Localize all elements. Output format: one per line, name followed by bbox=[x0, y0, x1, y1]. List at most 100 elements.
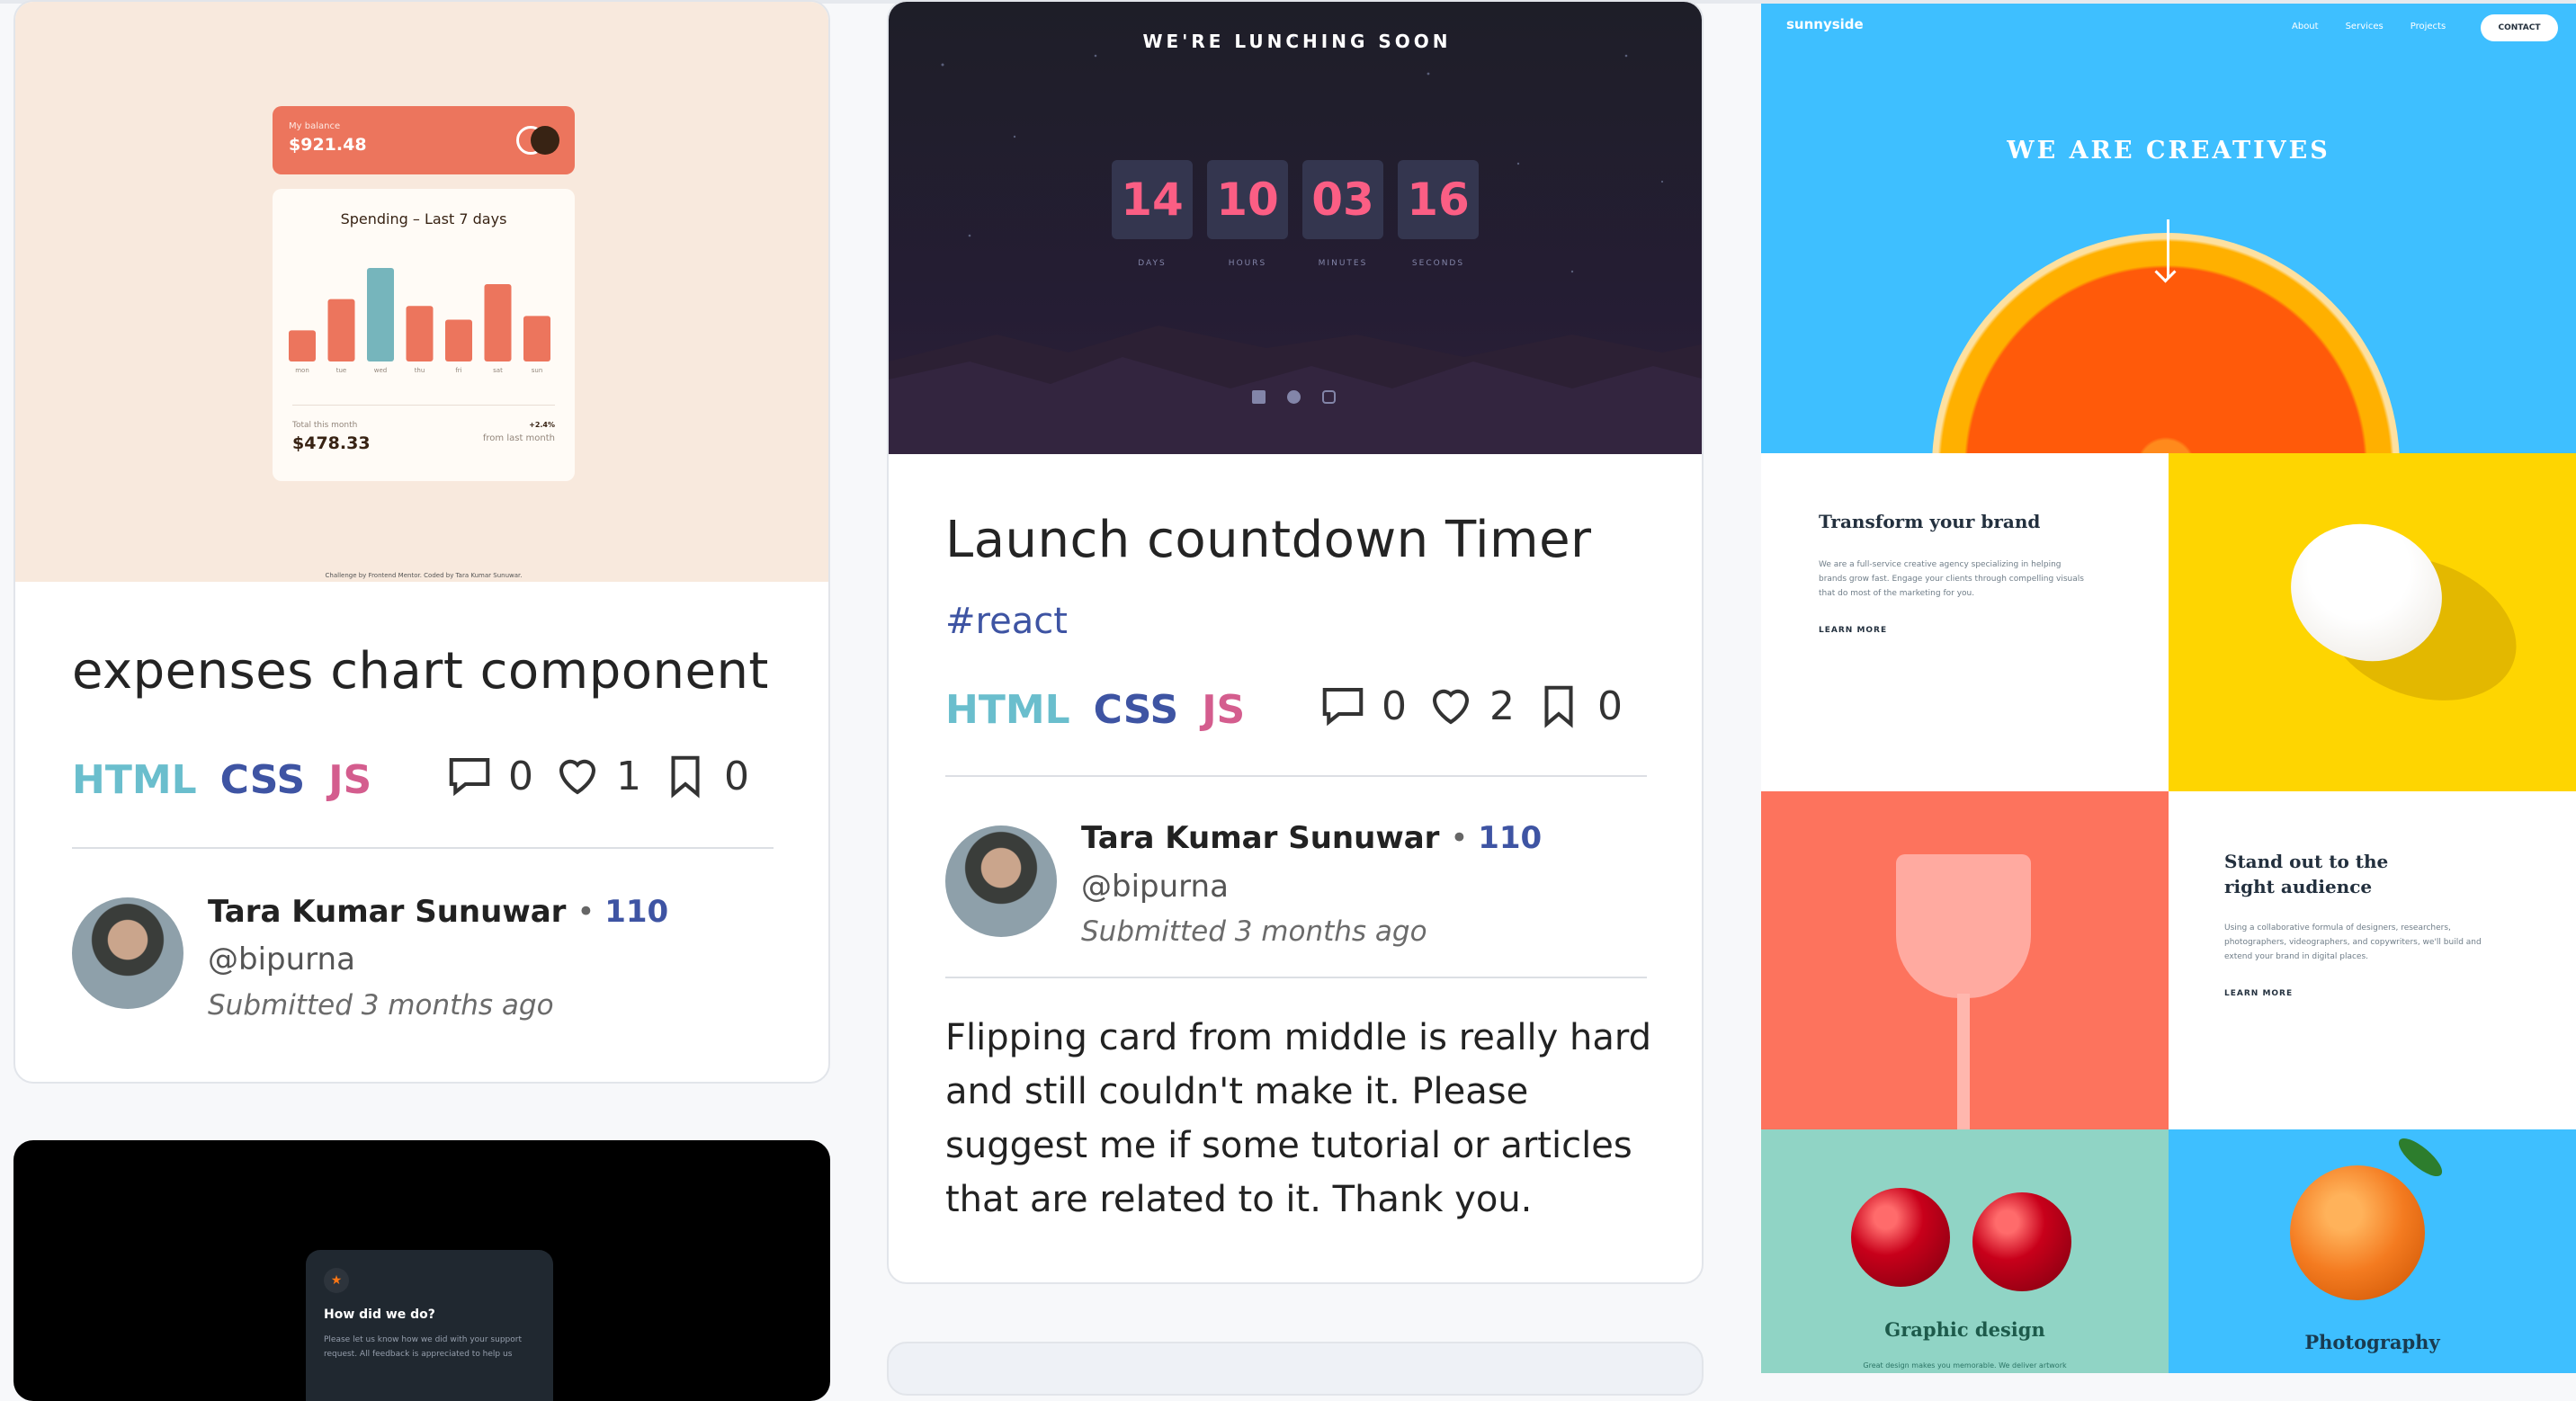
glass-stem bbox=[1957, 994, 1970, 1138]
total-label: Total this month bbox=[292, 421, 358, 430]
block1-title: Transform your brand bbox=[1819, 511, 2041, 532]
chart-bar-mon[interactable] bbox=[289, 330, 316, 361]
bookmarks-stat[interactable]: 0 bbox=[1534, 682, 1623, 730]
likes-count: 2 bbox=[1489, 683, 1515, 729]
timer-label: SECONDS bbox=[1411, 259, 1465, 268]
comment-icon bbox=[1322, 687, 1364, 727]
star-badge: ★ bbox=[324, 1268, 349, 1293]
author-handle[interactable]: @bipurna bbox=[1081, 869, 1229, 905]
solution-description: Flipping card from middle is really hard… bbox=[945, 1017, 1651, 1220]
solution-card-sunnyside[interactable]: sunnyside About Services Projects CONTAC… bbox=[1761, 4, 2576, 1373]
chart-bar-fri[interactable] bbox=[445, 319, 472, 361]
tile1-title: Graphic design bbox=[1884, 1318, 2045, 1341]
card-title[interactable]: expenses chart component bbox=[72, 642, 769, 700]
timer-value: 16 bbox=[1398, 160, 1479, 239]
tag-js: JS bbox=[328, 757, 372, 803]
rating-text: Please let us know how we did with your … bbox=[324, 1335, 522, 1359]
tag-js: JS bbox=[1202, 687, 1246, 733]
rating-heading: How did we do? bbox=[324, 1307, 435, 1322]
change-label: from last month bbox=[482, 433, 555, 443]
chart-day-label: thu bbox=[415, 367, 425, 374]
solution-card-expenses[interactable]: My balance $921.48 Spending – Last 7 day… bbox=[13, 0, 830, 1084]
logo-circle-dark bbox=[531, 126, 559, 155]
block1-link[interactable]: LEARN MORE bbox=[1819, 626, 1887, 635]
total-value: $478.33 bbox=[292, 433, 371, 453]
chart-bar-thu[interactable] bbox=[406, 306, 434, 361]
rating-panel: ★ How did we do? Please let us know how … bbox=[306, 1250, 553, 1401]
tile1-text: Great design makes you memorable. We del… bbox=[1863, 1361, 2067, 1370]
glass-photo bbox=[1761, 791, 2169, 1138]
tile2-title: Photography bbox=[2304, 1331, 2440, 1353]
hero-heading: WE ARE CREATIVES bbox=[2007, 137, 2330, 165]
author-avatar[interactable] bbox=[72, 897, 183, 1009]
bookmarks-stat[interactable]: 0 bbox=[661, 752, 749, 800]
tag-css: CSS bbox=[1093, 687, 1179, 733]
card-preview-image[interactable]: WE'RE LUNCHING SOON 14 DAYS 10 HOURS 03 … bbox=[889, 2, 1702, 454]
timer-block-days: 14 DAYS bbox=[1112, 160, 1193, 268]
nav-projects[interactable]: Projects bbox=[2411, 22, 2446, 31]
timer-label: MINUTES bbox=[1318, 259, 1368, 268]
instagram-icon[interactable] bbox=[1322, 390, 1336, 404]
facebook-icon[interactable] bbox=[1252, 390, 1266, 404]
nav-about[interactable]: About bbox=[2292, 22, 2319, 31]
timer-label: DAYS bbox=[1138, 259, 1167, 268]
author-name[interactable]: Tara Kumar Sunuwar bbox=[208, 894, 566, 930]
tag-html: HTML bbox=[72, 757, 197, 803]
nav-services[interactable]: Services bbox=[2346, 22, 2384, 31]
sunnyside-logo[interactable]: sunnyside bbox=[1786, 16, 1864, 32]
star-icon: ★ bbox=[330, 1273, 343, 1288]
block2-link[interactable]: LEARN MORE bbox=[2224, 989, 2293, 998]
submitted-time: Submitted 3 months ago bbox=[1081, 915, 1427, 948]
chart-bar-sun[interactable] bbox=[523, 316, 550, 361]
card-title[interactable]: Launch countdown Timer bbox=[945, 511, 1592, 569]
chart-day-label: mon bbox=[295, 367, 309, 374]
egg-photo bbox=[2169, 453, 2576, 791]
tech-tags: HTML CSS JS bbox=[72, 757, 371, 803]
author-avatar[interactable] bbox=[945, 825, 1057, 937]
comments-count: 0 bbox=[508, 753, 533, 799]
comments-count: 0 bbox=[1382, 683, 1407, 729]
likes-stat[interactable]: 2 bbox=[1427, 682, 1515, 730]
description-divider bbox=[945, 977, 1647, 978]
block-transform: Transform your brand We are a full-servi… bbox=[1761, 453, 2169, 791]
spending-panel: Spending – Last 7 days mon tue wed thu fri sa… bbox=[273, 189, 575, 481]
comments-stat[interactable]: 0 bbox=[1319, 682, 1407, 730]
likes-stat[interactable]: 1 bbox=[553, 752, 641, 800]
author-line[interactable]: Tara Kumar Sunuwar • 110 bbox=[208, 894, 668, 930]
tile-photography: Photography bbox=[2169, 1129, 2576, 1373]
timer-value: 03 bbox=[1302, 160, 1383, 239]
heart-icon bbox=[1432, 689, 1470, 725]
chart-day-label: sat bbox=[493, 367, 503, 374]
card-stats: 0 1 0 bbox=[445, 752, 749, 800]
separator-dot: • bbox=[577, 894, 605, 930]
hashtag-react[interactable]: #react bbox=[945, 601, 1068, 642]
author-name[interactable]: Tara Kumar Sunuwar bbox=[1081, 820, 1439, 856]
card-divider bbox=[72, 847, 774, 849]
chart-day-label: fri bbox=[455, 367, 461, 374]
card-divider bbox=[945, 775, 1647, 777]
timer-row: 14 DAYS 10 HOURS 03 MINUTES 16 SECONDS bbox=[1112, 160, 1479, 268]
balance-label: My balance bbox=[289, 121, 341, 131]
heart-icon bbox=[559, 759, 596, 795]
chart-bar-sat[interactable] bbox=[484, 284, 512, 361]
pinterest-icon[interactable] bbox=[1287, 390, 1301, 404]
solution-card-rating[interactable]: ★ How did we do? Please let us know how … bbox=[13, 1140, 830, 1401]
social-icons bbox=[1252, 390, 1336, 404]
contact-button[interactable]: CONTACT bbox=[2481, 14, 2558, 41]
spending-chart: mon tue wed thu fri sat sun bbox=[289, 268, 550, 374]
chart-bar-tue[interactable] bbox=[327, 299, 355, 361]
card-preview-image[interactable]: My balance $921.48 Spending – Last 7 day… bbox=[15, 2, 828, 582]
cherry-left bbox=[1851, 1188, 1950, 1287]
chart-heading: Spending – Last 7 days bbox=[340, 210, 507, 228]
timer-value: 14 bbox=[1112, 160, 1193, 239]
author-handle[interactable]: @bipurna bbox=[208, 941, 355, 977]
chart-bar-wed[interactable] bbox=[367, 268, 394, 361]
timer-block-hours: 10 HOURS bbox=[1207, 160, 1288, 268]
author-line[interactable]: Tara Kumar Sunuwar • 110 bbox=[1081, 820, 1542, 856]
solution-card-next[interactable] bbox=[887, 1342, 1704, 1396]
comments-stat[interactable]: 0 bbox=[445, 752, 533, 800]
bookmarks-count: 0 bbox=[724, 753, 749, 799]
solution-card-countdown[interactable]: WE'RE LUNCHING SOON 14 DAYS 10 HOURS 03 … bbox=[887, 0, 1704, 1284]
chart-day-label: sun bbox=[532, 367, 543, 374]
chart-day-label: tue bbox=[336, 367, 347, 374]
